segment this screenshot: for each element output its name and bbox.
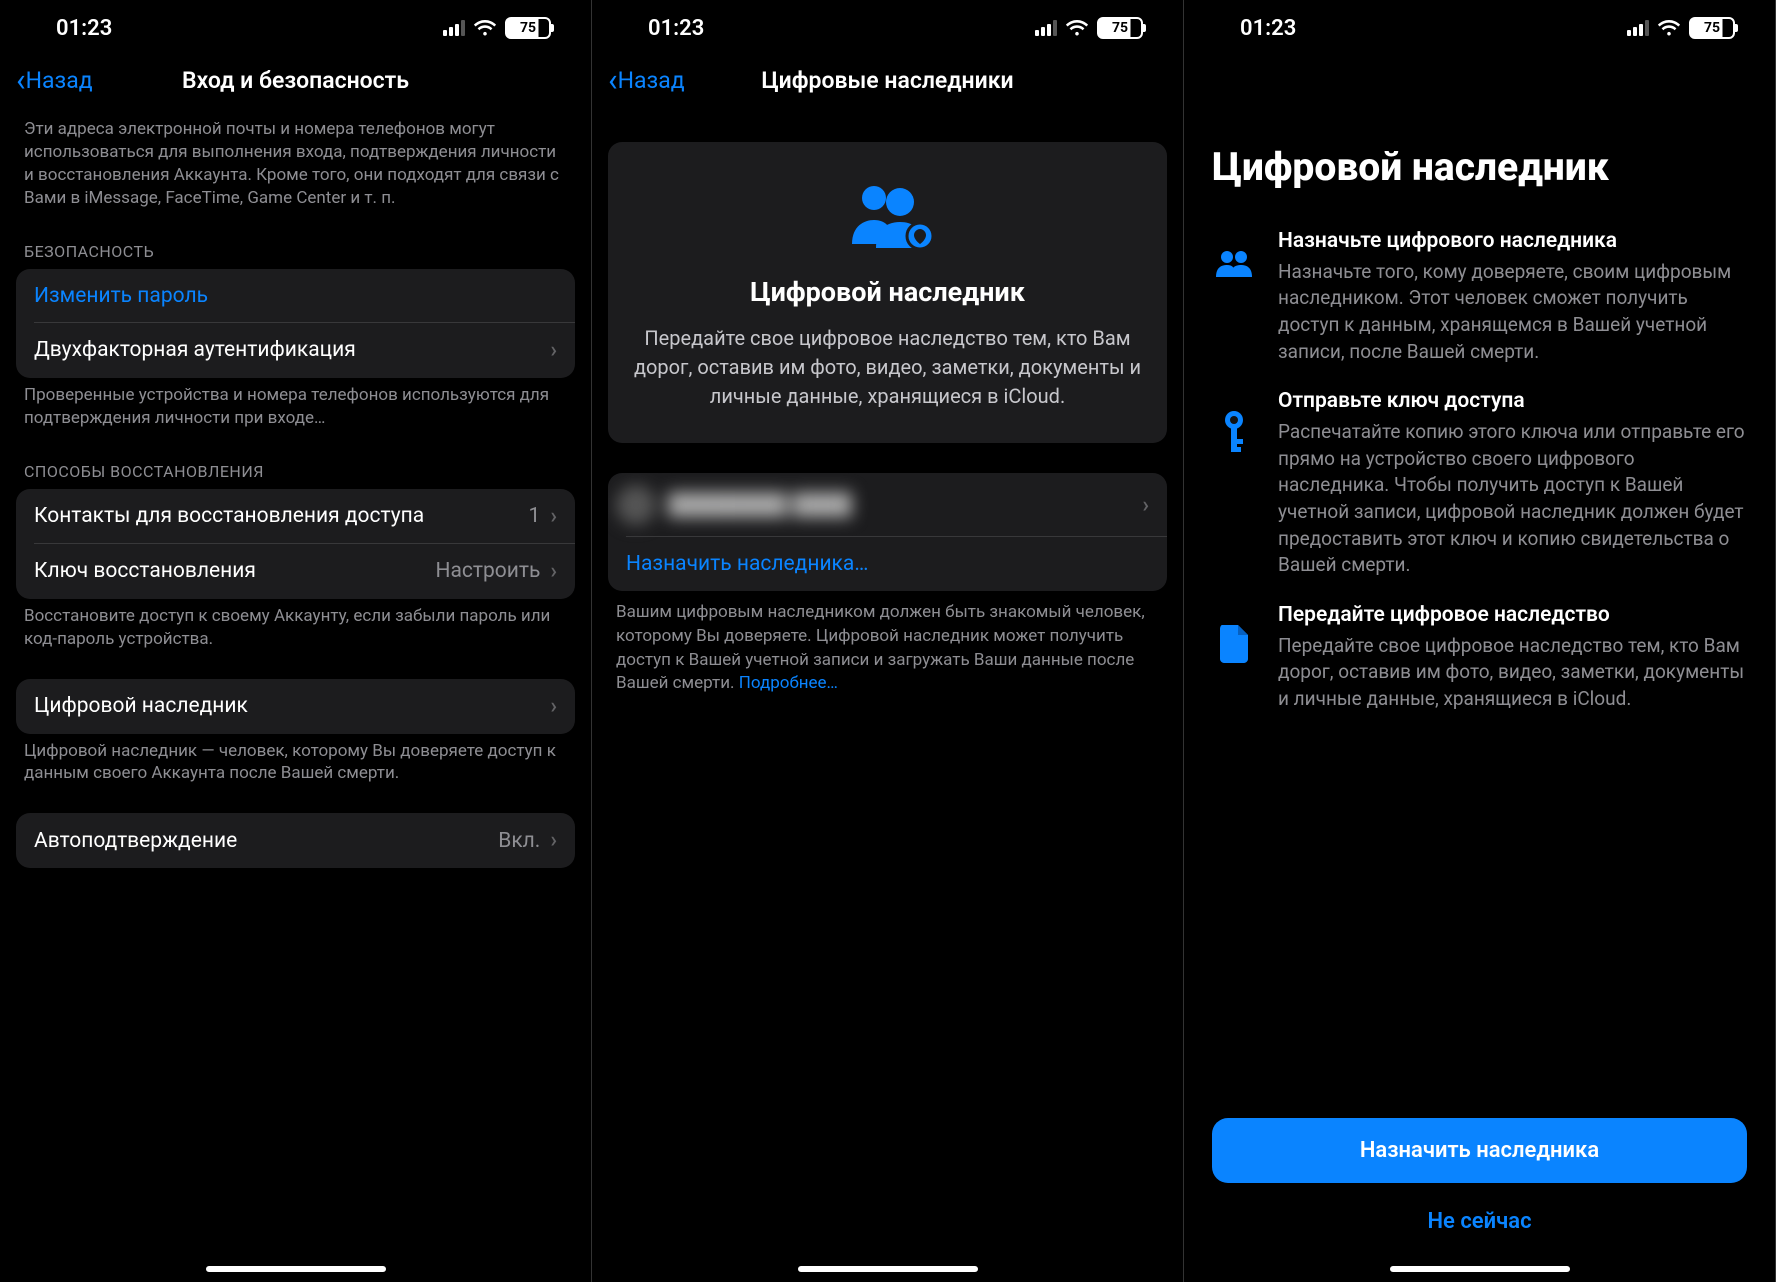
home-indicator[interactable] bbox=[798, 1266, 978, 1272]
home-indicator[interactable] bbox=[206, 1266, 386, 1272]
wifi-icon bbox=[1065, 19, 1089, 37]
feature-title: Назначьте цифрового наследника bbox=[1278, 229, 1747, 253]
back-label: Назад bbox=[618, 67, 685, 94]
feature-key: Отправьте ключ доступа Распечатайте копи… bbox=[1184, 369, 1775, 583]
two-factor-label: Двухфакторная аутентификация bbox=[34, 338, 356, 362]
recovery-footer-text: Восстановите доступ к своему Аккаунту, е… bbox=[0, 599, 591, 661]
legacy-label: Цифровой наследник bbox=[34, 694, 248, 718]
cellular-signal-icon bbox=[443, 20, 465, 36]
legacy-people-icon bbox=[632, 182, 1143, 252]
key-icon bbox=[1212, 389, 1256, 579]
nav-title: Цифровые наследники bbox=[761, 67, 1013, 94]
recovery-contacts-label: Контакты для восстановления доступа bbox=[34, 504, 424, 528]
hero-description: Передайте свое цифровое наследство тем, … bbox=[632, 324, 1143, 411]
recovery-key-cell[interactable]: Ключ восстановления Настроить › bbox=[16, 544, 575, 599]
feature-title: Отправьте ключ доступа bbox=[1278, 389, 1747, 413]
security-footer-text: Проверенные устройства и номера телефоно… bbox=[0, 378, 591, 440]
hero-card: Цифровой наследник Передайте свое цифров… bbox=[608, 142, 1167, 443]
content: Цифровой наследник Передайте свое цифров… bbox=[592, 112, 1183, 1282]
people-icon bbox=[1212, 229, 1256, 365]
feature-title: Передайте цифровое наследство bbox=[1278, 603, 1747, 627]
cellular-signal-icon bbox=[1035, 20, 1057, 36]
change-password-label: Изменить пароль bbox=[34, 284, 208, 308]
security-group: Изменить пароль Двухфакторная аутентифик… bbox=[16, 269, 575, 378]
cellular-signal-icon bbox=[1627, 20, 1649, 36]
recovery-contacts-cell[interactable]: Контакты для восстановления доступа 1 › bbox=[16, 489, 575, 544]
wifi-icon bbox=[473, 19, 497, 37]
status-time: 01:23 bbox=[648, 16, 704, 41]
battery-icon: 75 bbox=[1689, 17, 1735, 39]
bottom-actions: Назначить наследника Не сейчас bbox=[1184, 1118, 1775, 1242]
nav-title: Вход и безопасность bbox=[182, 67, 409, 94]
auto-verify-group: Автоподтверждение Вкл. › bbox=[16, 813, 575, 868]
chevron-left-icon: ‹ bbox=[16, 64, 26, 96]
recovery-key-label: Ключ восстановления bbox=[34, 559, 256, 583]
feature-assign: Назначьте цифрового наследника Назначьте… bbox=[1184, 209, 1775, 369]
back-button[interactable]: ‹ Назад bbox=[16, 64, 93, 96]
nav-bar: ‹ Назад Цифровые наследники bbox=[592, 56, 1183, 112]
feature-description: Передайте свое цифровое наследство тем, … bbox=[1278, 633, 1747, 713]
recovery-header: СПОСОБЫ ВОССТАНОВЛЕНИЯ bbox=[0, 440, 591, 489]
status-time: 01:23 bbox=[1240, 16, 1296, 41]
status-bar: 01:23 75 bbox=[0, 0, 591, 56]
auto-verify-label: Автоподтверждение bbox=[34, 829, 237, 853]
auto-verify-value: Вкл. bbox=[498, 829, 540, 853]
assign-legacy-cell[interactable]: Назначить наследника… bbox=[608, 537, 1167, 591]
chevron-left-icon: ‹ bbox=[608, 64, 618, 96]
nav-bar: ‹ Назад Вход и безопасность bbox=[0, 56, 591, 112]
home-indicator[interactable] bbox=[1390, 1266, 1570, 1272]
chevron-right-icon: › bbox=[550, 694, 557, 719]
phone-2: 01:23 75 ‹ Назад Цифровые наследники bbox=[592, 0, 1184, 1282]
chevron-right-icon: › bbox=[1142, 493, 1149, 518]
recovery-key-value: Настроить bbox=[435, 559, 540, 583]
wifi-icon bbox=[1657, 19, 1681, 37]
phone-1: 01:23 75 ‹ Назад Вход и безопасность Эти… bbox=[0, 0, 592, 1282]
assign-button[interactable]: Назначить наследника bbox=[1212, 1118, 1747, 1183]
battery-icon: 75 bbox=[1097, 17, 1143, 39]
security-header: БЕЗОПАСНОСТЬ bbox=[0, 220, 591, 269]
status-icons: 75 bbox=[1627, 17, 1735, 39]
contact-row[interactable]: ████████ ████ › bbox=[608, 473, 1167, 537]
content: Эти адреса электронной почты и номера те… bbox=[0, 112, 591, 1282]
change-password-cell[interactable]: Изменить пароль bbox=[16, 269, 575, 323]
back-label: Назад bbox=[26, 67, 93, 94]
legacy-group: Цифровой наследник › bbox=[16, 679, 575, 734]
battery-icon: 75 bbox=[505, 17, 551, 39]
contact-blurred-content: ████████ ████ bbox=[616, 481, 852, 529]
recovery-contacts-count: 1 bbox=[529, 504, 541, 528]
status-icons: 75 bbox=[443, 17, 551, 39]
assign-legacy-label: Назначить наследника… bbox=[626, 552, 868, 576]
contacts-group: ████████ ████ › Назначить наследника… bbox=[608, 473, 1167, 591]
footer-text: Вашим цифровым наследником должен быть з… bbox=[592, 591, 1183, 706]
legacy-cell[interactable]: Цифровой наследник › bbox=[16, 679, 575, 734]
document-icon bbox=[1212, 603, 1256, 713]
chevron-right-icon: › bbox=[550, 828, 557, 853]
status-time: 01:23 bbox=[56, 16, 112, 41]
feature-description: Распечатайте копию этого ключа или отпра… bbox=[1278, 419, 1747, 579]
chevron-right-icon: › bbox=[550, 504, 557, 529]
status-icons: 75 bbox=[1035, 17, 1143, 39]
recovery-group: Контакты для восстановления доступа 1 › … bbox=[16, 489, 575, 599]
hero-title: Цифровой наследник bbox=[632, 276, 1143, 308]
phone-3: 01:23 75 Цифровой наследник Назначьте ци… bbox=[1184, 0, 1776, 1282]
avatar-icon bbox=[616, 485, 656, 525]
status-bar: 01:23 75 bbox=[1184, 0, 1775, 56]
content: Цифровой наследник Назначьте цифрового н… bbox=[1184, 56, 1775, 1282]
chevron-right-icon: › bbox=[550, 338, 557, 363]
page-title: Цифровой наследник bbox=[1184, 56, 1775, 209]
chevron-right-icon: › bbox=[550, 559, 557, 584]
auto-verify-cell[interactable]: Автоподтверждение Вкл. › bbox=[16, 813, 575, 868]
two-factor-cell[interactable]: Двухфакторная аутентификация › bbox=[16, 323, 575, 378]
status-bar: 01:23 75 bbox=[592, 0, 1183, 56]
back-button[interactable]: ‹ Назад bbox=[608, 64, 685, 96]
feature-document: Передайте цифровое наследство Передайте … bbox=[1184, 583, 1775, 717]
not-now-button[interactable]: Не сейчас bbox=[1212, 1201, 1747, 1242]
learn-more-link[interactable]: Подробнее… bbox=[739, 673, 838, 693]
feature-description: Назначьте того, кому доверяете, своим ци… bbox=[1278, 259, 1747, 365]
legacy-footer-text: Цифровой наследник — человек, которому В… bbox=[0, 734, 591, 796]
intro-footer-text: Эти адреса электронной почты и номера те… bbox=[0, 112, 591, 220]
